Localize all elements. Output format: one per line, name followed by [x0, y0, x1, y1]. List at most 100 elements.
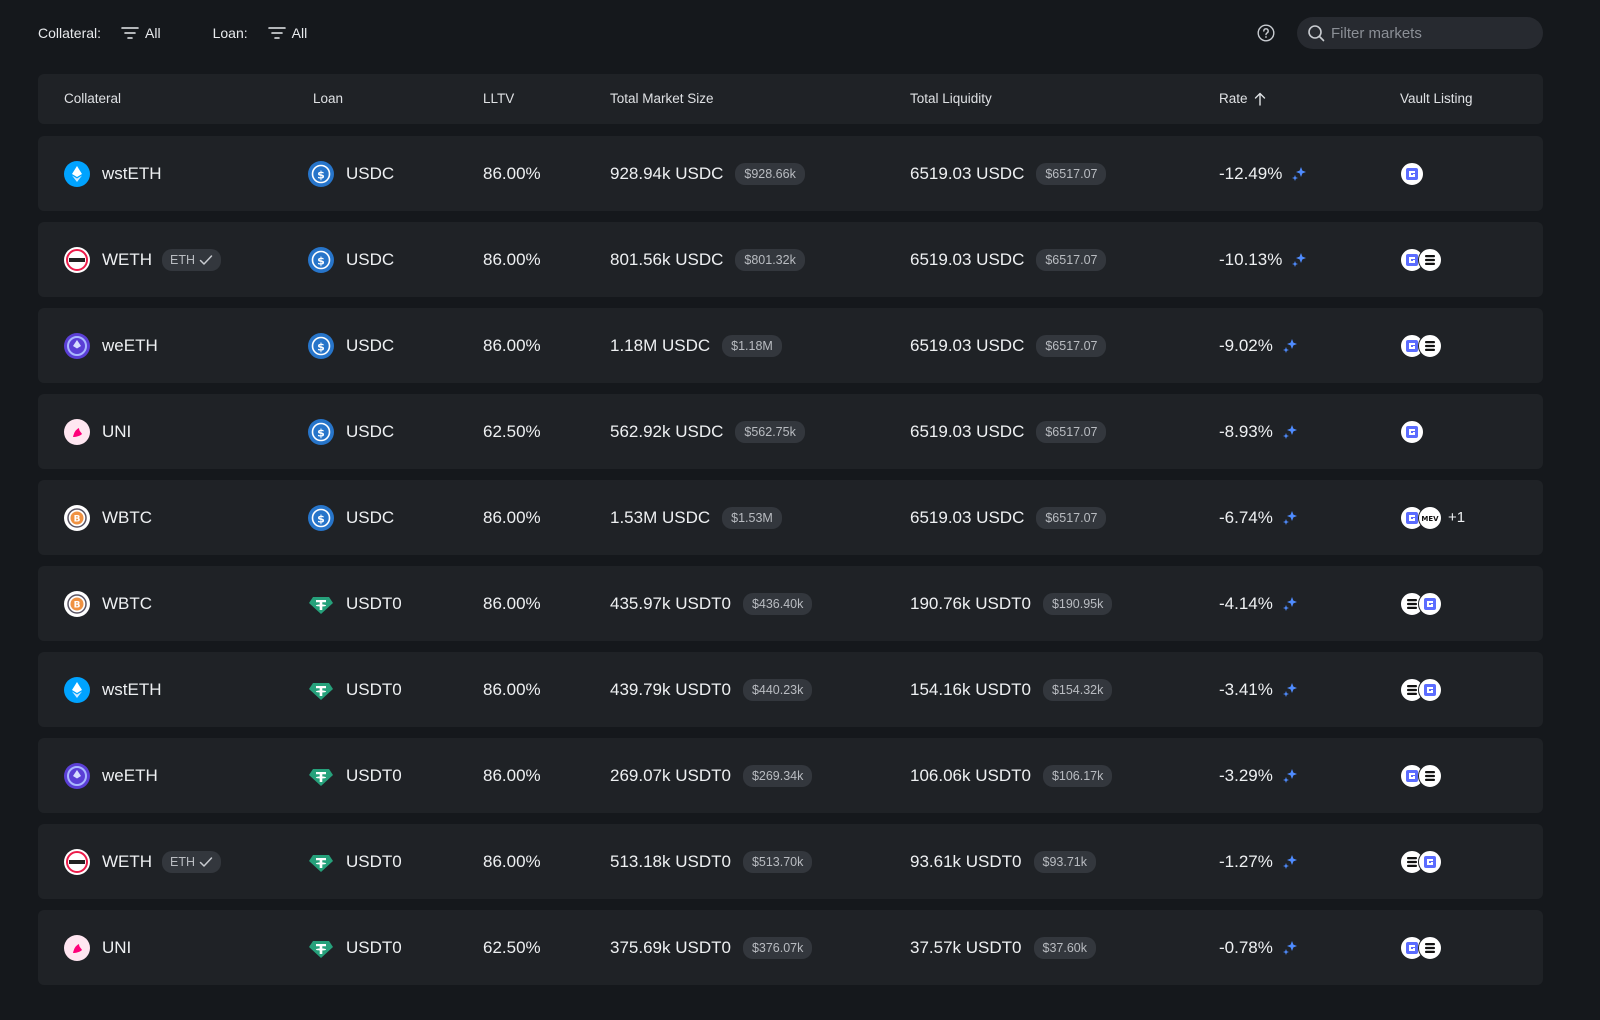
- collateral-cell: wstETH: [64, 652, 162, 727]
- column-header-rate[interactable]: Rate: [1219, 91, 1266, 106]
- gauntlet-icon[interactable]: [1400, 419, 1424, 444]
- liquidity-usd: $6517.07: [1036, 506, 1107, 529]
- market-size-value: 928.94k USDC: [610, 163, 724, 183]
- liquidity-cell: 6519.03 USDC $6517.07: [910, 222, 1107, 297]
- market-size-usd: $1.18M: [722, 334, 782, 357]
- svg-text:MEV: MEV: [1421, 515, 1439, 523]
- steakhouse-icon[interactable]: [1418, 247, 1442, 272]
- vault-icons: [1400, 935, 1442, 960]
- wbtc-icon: B: [64, 504, 90, 531]
- help-icon[interactable]: [1257, 24, 1275, 42]
- vault-icons: [1400, 161, 1424, 186]
- vault-listing-cell: [1400, 566, 1442, 641]
- rate-cell: -10.13%: [1219, 222, 1308, 297]
- lltv-value: 86.00%: [483, 249, 541, 269]
- market-row[interactable]: wstETH $ USDC 86.00% 928.94k USDC $928.6…: [38, 136, 1543, 211]
- loan-filter-button[interactable]: All: [267, 25, 307, 41]
- liquidity-cell: 154.16k USDT0 $154.32k: [910, 652, 1113, 727]
- search-box: [1297, 17, 1543, 49]
- liquidity-value: 37.57k USDT0: [910, 937, 1022, 957]
- weeth-icon: [64, 332, 90, 359]
- liquidity-value: 154.16k USDT0: [910, 679, 1031, 699]
- column-header-loan[interactable]: Loan: [313, 91, 343, 106]
- vault-listing-cell: [1400, 738, 1442, 813]
- column-header-total-market-size[interactable]: Total Market Size: [610, 91, 714, 106]
- column-header-vault-listing[interactable]: Vault Listing: [1400, 91, 1473, 106]
- search-input[interactable]: [1331, 24, 1531, 42]
- sparkle-rewards-icon[interactable]: [1281, 767, 1299, 785]
- loan-cell: $ USDC: [308, 308, 394, 383]
- market-size-usd: $1.53M: [722, 506, 782, 529]
- gauntlet-icon[interactable]: [1418, 677, 1442, 702]
- vault-more-count[interactable]: +1: [1448, 509, 1465, 526]
- market-size-value: 801.56k USDC: [610, 249, 724, 269]
- lltv-value: 86.00%: [483, 679, 541, 699]
- column-header-collateral[interactable]: Collateral: [64, 91, 121, 106]
- loan-cell: USDT0: [308, 738, 402, 813]
- market-size-cell: 1.18M USDC $1.18M: [610, 308, 782, 383]
- liquidity-cell: 37.57k USDT0 $37.60k: [910, 910, 1096, 985]
- market-size-cell: 1.53M USDC $1.53M: [610, 480, 782, 555]
- rate-header-label: Rate: [1219, 91, 1248, 106]
- market-row[interactable]: UNI USDT0 62.50% 375.69k USDT0 $376.07k …: [38, 910, 1543, 985]
- steakhouse-icon[interactable]: [1418, 935, 1442, 960]
- usdc-icon: $: [308, 332, 334, 359]
- market-row[interactable]: UNI $ USDC 62.50% 562.92k USDC $562.75k …: [38, 394, 1543, 469]
- sparkle-rewards-icon[interactable]: [1281, 939, 1299, 957]
- market-row[interactable]: WETH ETH $ USDC 86.00% 801.56k USDC $801.…: [38, 222, 1543, 297]
- sparkle-rewards-icon[interactable]: [1281, 509, 1299, 527]
- market-size-value: 1.18M USDC: [610, 335, 711, 355]
- loan-name: USDC: [346, 335, 395, 355]
- gauntlet-icon[interactable]: [1400, 161, 1424, 186]
- svg-text:B: B: [74, 600, 81, 610]
- loan-cell: $ USDC: [308, 394, 394, 469]
- rate-cell: -6.74%: [1219, 480, 1299, 555]
- sparkle-rewards-icon[interactable]: [1290, 165, 1308, 183]
- loan-cell: $ USDC: [308, 222, 394, 297]
- sparkle-rewards-icon[interactable]: [1281, 423, 1299, 441]
- column-header-total-liquidity[interactable]: Total Liquidity: [910, 91, 992, 106]
- gauntlet-icon[interactable]: [1418, 591, 1442, 616]
- column-header-lltv[interactable]: LLTV: [483, 91, 514, 106]
- vault-icons: [1400, 677, 1442, 702]
- market-size-cell: 562.92k USDC $562.75k: [610, 394, 805, 469]
- sparkle-rewards-icon[interactable]: [1281, 853, 1299, 871]
- mev-icon[interactable]: MEV: [1418, 505, 1442, 530]
- loan-name: USDT0: [346, 679, 402, 699]
- liquidity-usd: $106.17k: [1042, 764, 1113, 787]
- market-size-usd: $562.75k: [735, 420, 805, 443]
- svg-text:B: B: [74, 514, 81, 524]
- gauntlet-icon[interactable]: [1418, 849, 1442, 874]
- market-row[interactable]: weETH USDT0 86.00% 269.07k USDT0 $269.34…: [38, 738, 1543, 813]
- sparkle-rewards-icon[interactable]: [1281, 337, 1299, 355]
- rate-value: -3.29%: [1219, 765, 1273, 785]
- market-row[interactable]: B WBTC USDT0 86.00% 435.97k USDT0 $436.4…: [38, 566, 1543, 641]
- rate-value: -10.13%: [1219, 249, 1283, 269]
- steakhouse-icon[interactable]: [1418, 333, 1442, 358]
- collateral-filter-value: All: [145, 25, 161, 41]
- svg-text:$: $: [317, 512, 325, 525]
- loan-name: USDC: [346, 421, 395, 441]
- collateral-cell: UNI: [64, 394, 131, 469]
- filter-bar: Collateral: All Loan: All: [38, 17, 1543, 49]
- loan-cell: $ USDC: [308, 136, 394, 211]
- collateral-name: UNI: [102, 937, 132, 957]
- market-row[interactable]: WETH ETH USDT0 86.00% 513.18k USDT0 $513.…: [38, 824, 1543, 899]
- market-size-usd: $376.07k: [742, 936, 813, 959]
- market-row[interactable]: wstETH USDT0 86.00% 439.79k USDT0 $440.2…: [38, 652, 1543, 727]
- collateral-filter-button[interactable]: All: [121, 25, 161, 41]
- rate-value: -8.93%: [1219, 421, 1273, 441]
- market-size-cell: 513.18k USDT0 $513.70k: [610, 824, 813, 899]
- steakhouse-icon[interactable]: [1418, 763, 1442, 788]
- sparkle-rewards-icon[interactable]: [1290, 251, 1308, 269]
- liquidity-cell: 6519.03 USDC $6517.07: [910, 308, 1107, 383]
- vault-listing-cell: MEV +1: [1400, 480, 1465, 555]
- market-row[interactable]: weETH $ USDC 86.00% 1.18M USDC $1.18M 65…: [38, 308, 1543, 383]
- sparkle-rewards-icon[interactable]: [1281, 681, 1299, 699]
- collateral-cell: B WBTC: [64, 480, 152, 555]
- weth-icon: [64, 848, 90, 875]
- market-row[interactable]: B WBTC $ USDC 86.00% 1.53M USDC $1.53M 6…: [38, 480, 1543, 555]
- usdc-icon: $: [308, 504, 334, 531]
- sparkle-rewards-icon[interactable]: [1281, 595, 1299, 613]
- lltv-value: 62.50%: [483, 421, 541, 441]
